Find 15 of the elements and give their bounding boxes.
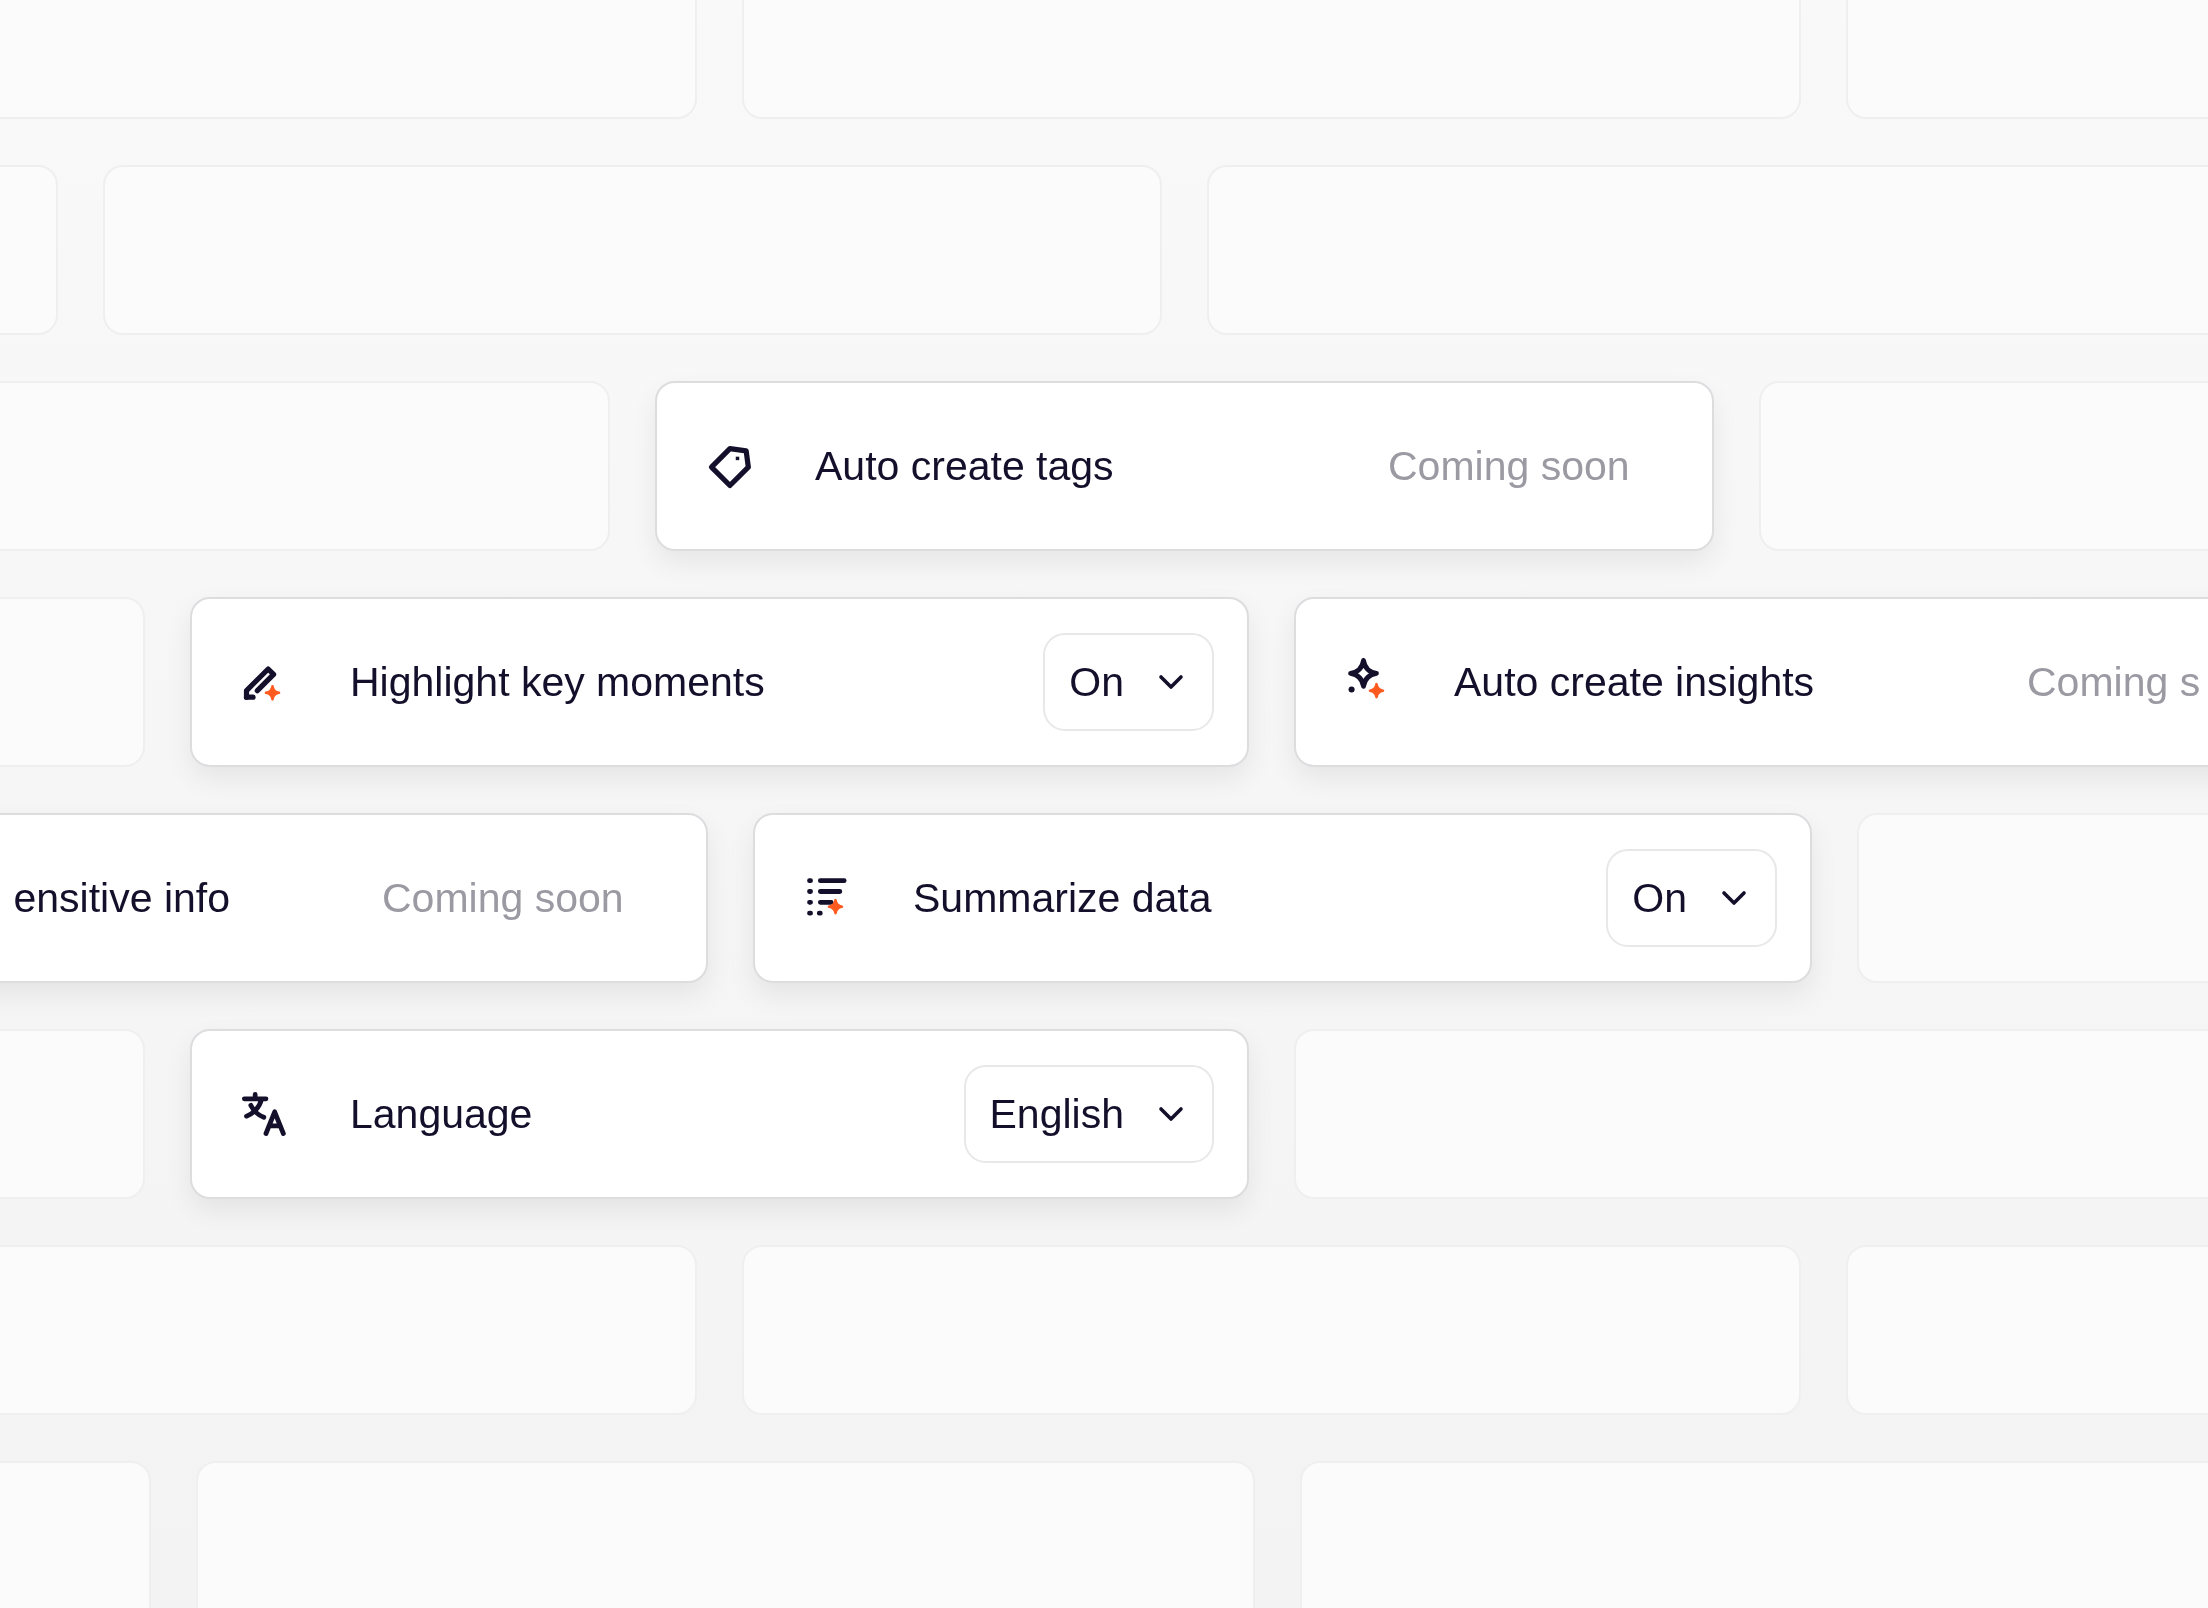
chevron-icon — [1721, 890, 1747, 906]
feature-label: Language — [350, 1090, 534, 1138]
dropdown[interactable]: English — [963, 1065, 1214, 1163]
coming-soon-label: Coming soon — [382, 874, 624, 922]
dropdown[interactable]: On — [1043, 633, 1214, 731]
feature-label: ensitive info — [13, 874, 230, 922]
chevron-icon — [1158, 1106, 1184, 1122]
chevron-icon — [1158, 674, 1184, 690]
dropdown[interactable]: On — [1606, 849, 1777, 947]
coming-soon-label: Coming soon — [1388, 442, 1630, 490]
feature-label: Highlight key moments — [350, 658, 766, 706]
feature-label: Auto create insights — [1454, 658, 1816, 706]
coming-soon-label: Coming s — [2027, 658, 2201, 706]
feature-label: Summarize data — [913, 874, 1213, 922]
feature-label: Auto create tags — [815, 442, 1115, 490]
